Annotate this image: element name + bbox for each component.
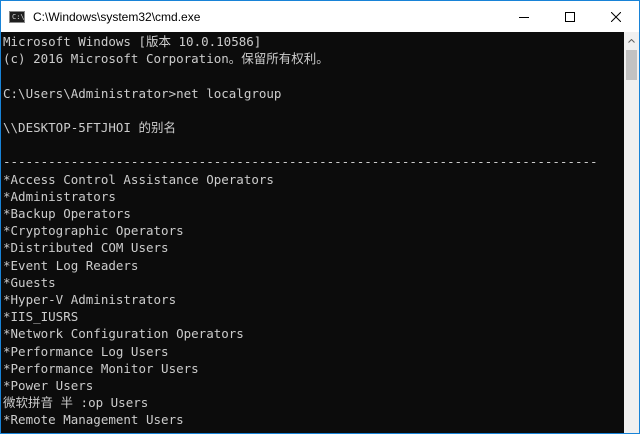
console-line: *Cryptographic Operators: [3, 223, 184, 239]
console-output[interactable]: Microsoft Windows [版本 10.0.10586] (c) 201…: [1, 32, 624, 433]
maximize-button[interactable]: [547, 1, 593, 32]
console-line: Microsoft Windows [版本 10.0.10586]: [3, 34, 262, 49]
close-icon: [611, 11, 621, 22]
scroll-thumb[interactable]: [626, 50, 637, 80]
console-line: *Remote Management Users: [3, 412, 184, 428]
console-line: *Hyper-V Administrators: [3, 292, 177, 307]
console-line: *Event Log Readers: [3, 257, 139, 273]
minimize-button[interactable]: [501, 1, 547, 32]
close-button[interactable]: [593, 1, 639, 32]
console-line: *Power Users: [3, 378, 94, 393]
minimize-icon: [519, 16, 529, 18]
vertical-scrollbar[interactable]: [624, 32, 639, 433]
console-line: (c) 2016 Microsoft Corporation。保留所有权利。: [3, 51, 329, 67]
cmd-app-icon[interactable]: C:\: [9, 10, 25, 23]
scroll-up-button[interactable]: [624, 32, 639, 49]
console-line: *Performance Log Users: [3, 343, 169, 359]
console-line: C:\Users\Administrator>net localgroup: [3, 85, 282, 101]
console-line: *Access Control Assistance Operators: [3, 171, 274, 187]
console-line: *Performance Monitor Users: [3, 360, 199, 376]
scroll-up-arrow-icon: [628, 38, 635, 43]
console-line: *Backup Operators: [3, 206, 131, 221]
maximize-icon: [565, 11, 575, 22]
console-line: *IIS_IUSRS: [3, 309, 79, 325]
window-controls: [501, 1, 639, 32]
window-title: C:\Windows\system32\cmd.exe: [33, 9, 201, 24]
console-line: 微软拼音 半 :op Users: [3, 395, 149, 411]
console-line: *Administrators: [3, 188, 116, 204]
console-line: *Distributed COM Users: [3, 240, 169, 256]
cmd-app-icon-label: C:\: [12, 12, 25, 21]
console-line: \\DESKTOP-5FTJHOI 的别名: [3, 120, 176, 135]
cmd-window: C:\ C:\Windows\system32\cmd.exe Microsof…: [0, 0, 640, 434]
console-line: *Guests: [3, 274, 56, 290]
console-line: *Network Configuration Operators: [3, 326, 244, 342]
title-bar[interactable]: C:\ C:\Windows\system32\cmd.exe: [1, 1, 639, 32]
console-line: ----------------------------------------…: [3, 154, 598, 170]
